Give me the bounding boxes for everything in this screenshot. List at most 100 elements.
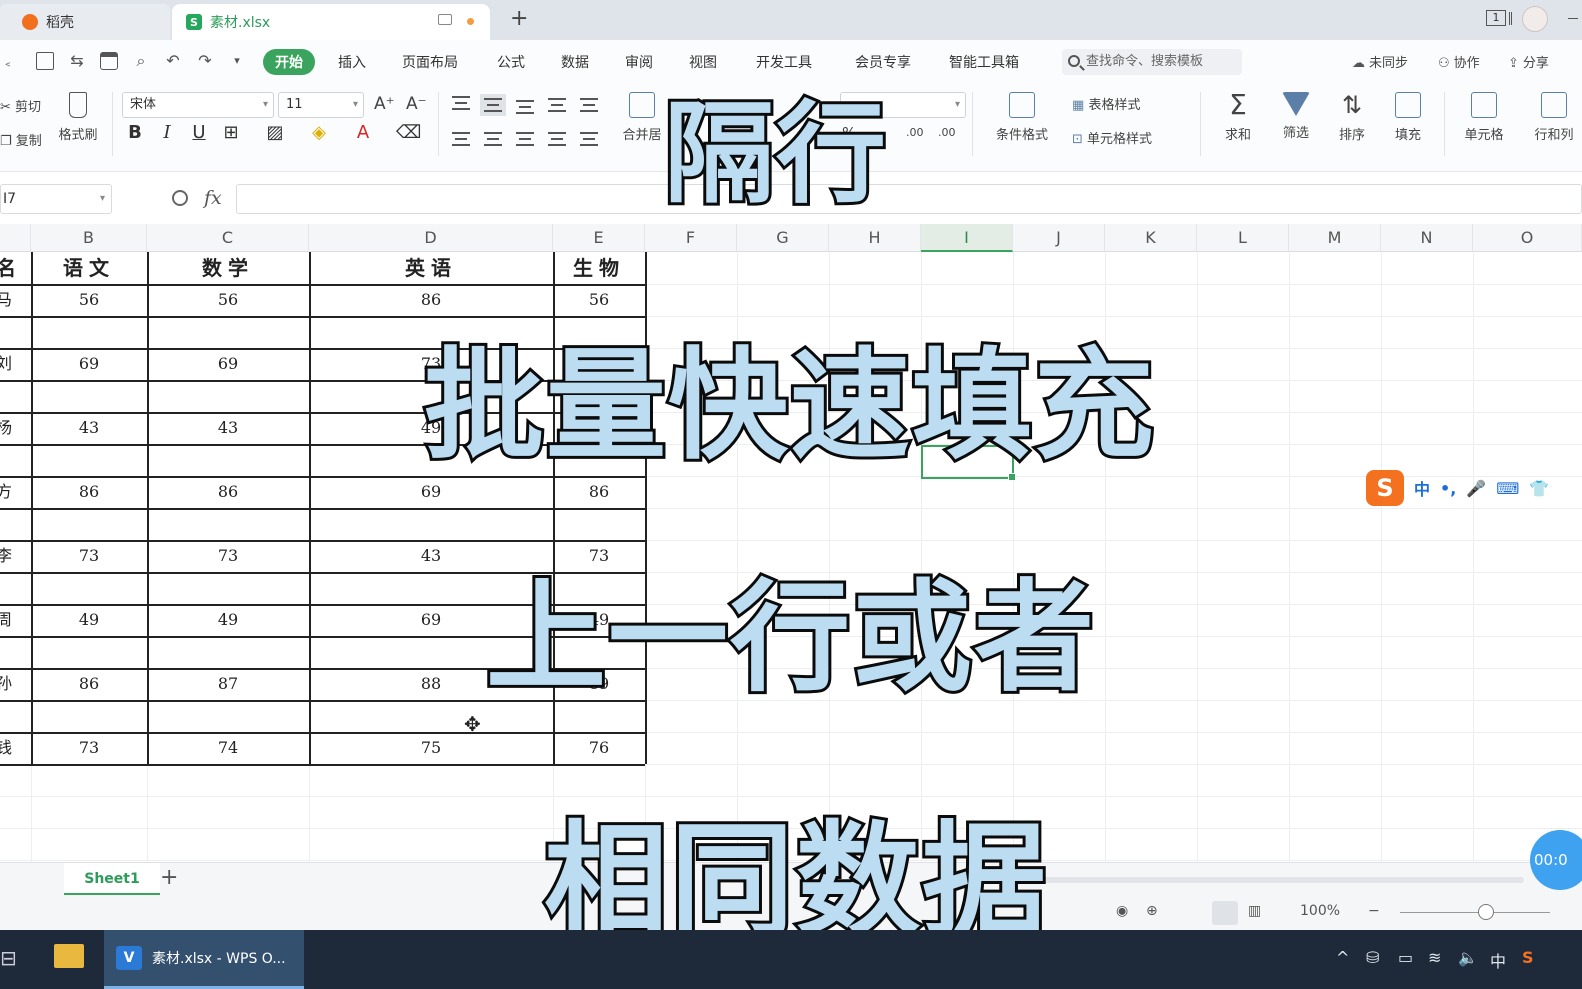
taskbar-app-wps[interactable]: V 素材.xlsx - WPS O... <box>104 930 304 989</box>
tray-expand-icon[interactable]: ^ <box>1336 948 1349 967</box>
sync-status-button[interactable]: ☁ 未同步 <box>1352 52 1408 71</box>
sogou-logo-icon[interactable]: S <box>1366 470 1404 506</box>
volume-icon[interactable]: 🔈 <box>1458 948 1478 967</box>
column-header[interactable]: C <box>147 224 309 252</box>
export-icon[interactable]: ⇆ <box>68 52 86 70</box>
sort-button[interactable]: ⇅ 排序 <box>1324 92 1380 143</box>
table-cell[interactable]: 86 <box>147 482 309 502</box>
print-icon[interactable] <box>100 52 118 70</box>
increase-decimal-button[interactable]: .00 <box>906 126 924 139</box>
zoom-icon[interactable] <box>172 190 188 206</box>
indent-decrease-icon[interactable] <box>548 98 566 112</box>
table-cell[interactable]: 刘 <box>0 354 20 374</box>
bold-button[interactable]: B <box>124 122 146 143</box>
share-button[interactable]: ⇪ 分享 <box>1508 52 1549 71</box>
column-header[interactable]: N <box>1381 224 1473 252</box>
recording-timer[interactable]: 00:0 <box>1530 830 1582 890</box>
undo-icon[interactable]: ↶ <box>164 52 182 70</box>
column-header[interactable]: B <box>31 224 147 252</box>
file-explorer-icon[interactable] <box>54 944 84 968</box>
table-cell[interactable]: 74 <box>147 738 309 758</box>
table-cell[interactable]: 69 <box>147 354 309 374</box>
ime-mode-toggle[interactable]: 中 <box>1414 476 1430 500</box>
decrease-decimal-button[interactable]: .00 <box>938 126 956 139</box>
cut-button[interactable]: ✂ 剪切 <box>0 96 41 115</box>
cell-shading-icon[interactable]: ▨ <box>264 122 286 143</box>
column-header[interactable]: G <box>737 224 829 252</box>
tab-file[interactable]: S 素材.xlsx <box>172 4 490 40</box>
align-right-icon[interactable] <box>516 132 534 146</box>
table-cell[interactable]: 73 <box>31 546 147 566</box>
wifi-icon[interactable]: ≋ <box>1428 948 1441 967</box>
table-cell[interactable]: 43 <box>31 418 147 438</box>
row-col-button[interactable]: 行和列 <box>1526 92 1582 143</box>
font-size-select[interactable]: 11 <box>278 92 364 118</box>
align-center-icon[interactable] <box>484 132 502 146</box>
sogou-tray-icon[interactable]: S <box>1522 948 1534 967</box>
align-middle-icon[interactable] <box>480 94 506 116</box>
microphone-icon[interactable]: 🎤 <box>1466 479 1486 498</box>
sheet-tab[interactable]: Sheet1 <box>64 863 160 895</box>
window-count-badge[interactable]: 1 <box>1486 10 1506 26</box>
column-header[interactable]: F <box>645 224 737 252</box>
table-cell[interactable]: 方 <box>0 482 20 502</box>
distribute-icon[interactable] <box>580 132 598 146</box>
customize-chevron-icon[interactable]: ▾ <box>228 52 246 70</box>
table-header-cell[interactable]: 名 <box>0 258 20 278</box>
chevron-left-icon[interactable]: ﹤ <box>2 54 20 72</box>
table-cell[interactable]: 73 <box>31 738 147 758</box>
filter-button[interactable]: 筛选 <box>1268 92 1324 141</box>
fill-color-icon[interactable]: ◈ <box>308 122 330 143</box>
zoom-level[interactable]: 100% <box>1300 903 1340 919</box>
table-cell[interactable]: 76 <box>553 738 645 758</box>
avatar[interactable] <box>1522 6 1548 32</box>
ime-punct-icon[interactable]: •, <box>1440 479 1456 498</box>
monitor-icon[interactable] <box>438 14 452 25</box>
table-cell[interactable]: 86 <box>553 482 645 502</box>
minimize-icon[interactable] <box>1568 18 1578 19</box>
table-cell[interactable]: 69 <box>31 354 147 374</box>
italic-button[interactable]: I <box>156 122 178 143</box>
grow-font-button[interactable]: A⁺ <box>374 94 395 114</box>
menu-smart-tools[interactable]: 智能工具箱 <box>949 52 1019 72</box>
table-cell[interactable]: 49 <box>147 610 309 630</box>
page-view-icon[interactable]: ▥ <box>1248 903 1261 919</box>
table-cell[interactable]: 73 <box>147 546 309 566</box>
table-header-cell[interactable]: 生物 <box>553 258 645 278</box>
menu-formulas[interactable]: 公式 <box>497 52 525 72</box>
table-cell[interactable]: 43 <box>147 418 309 438</box>
table-cell[interactable]: 李 <box>0 546 20 566</box>
table-cell[interactable]: 86 <box>309 290 553 310</box>
table-cell[interactable]: 56 <box>147 290 309 310</box>
table-cell[interactable]: 杨 <box>0 418 20 438</box>
table-cell[interactable]: 孙 <box>0 674 20 694</box>
table-cell[interactable]: 69 <box>309 482 553 502</box>
align-bottom-icon[interactable] <box>516 100 534 114</box>
table-cell[interactable]: 49 <box>31 610 147 630</box>
zoom-slider-track[interactable] <box>1400 912 1550 913</box>
redo-icon[interactable]: ↷ <box>196 52 214 70</box>
new-tab-button[interactable]: + <box>510 6 528 31</box>
column-header[interactable]: O <box>1473 224 1582 252</box>
column-header[interactable]: J <box>1013 224 1105 252</box>
table-cell[interactable]: 56 <box>553 290 645 310</box>
table-cell[interactable]: 86 <box>31 674 147 694</box>
ime-toolbar[interactable]: S 中 •, 🎤 ⌨ 👕 <box>1366 470 1549 506</box>
column-header[interactable]: M <box>1289 224 1381 252</box>
keyboard-icon[interactable]: ⌨ <box>1496 479 1519 498</box>
menu-data[interactable]: 数据 <box>561 52 589 72</box>
window-list-icon[interactable] <box>1509 12 1512 25</box>
shrink-font-button[interactable]: A⁻ <box>406 94 427 114</box>
column-header[interactable]: D <box>309 224 553 252</box>
align-left-icon[interactable] <box>452 132 470 146</box>
eye-protect-icon[interactable]: ◉ <box>1116 903 1128 919</box>
task-view-icon[interactable]: ⊟ <box>0 946 17 970</box>
underline-button[interactable]: U <box>188 122 210 143</box>
column-header[interactable]: K <box>1105 224 1197 252</box>
center-view-icon[interactable]: ⊕ <box>1146 903 1158 919</box>
copy-button[interactable]: ❐ 复制 <box>0 130 42 149</box>
column-header-active[interactable]: I <box>921 224 1013 252</box>
menu-review[interactable]: 审阅 <box>625 52 653 72</box>
formula-input[interactable] <box>236 184 1582 214</box>
column-header[interactable]: L <box>1197 224 1289 252</box>
